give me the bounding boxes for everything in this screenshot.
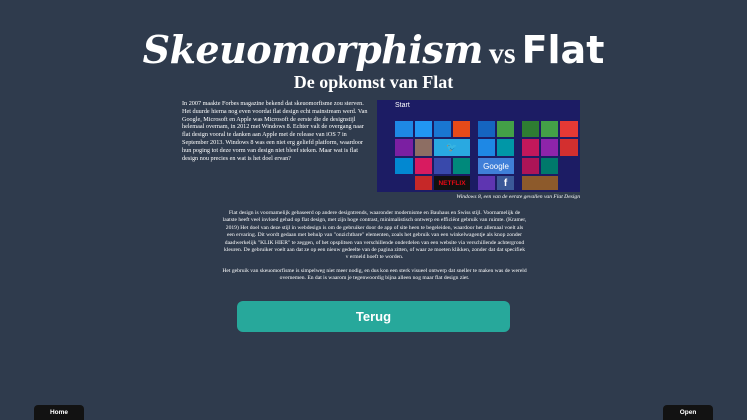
tile [415,139,432,156]
twitter-tile: 🐦 [434,139,470,156]
tile [453,158,470,174]
tile [395,158,413,174]
page-subtitle: De opkomst van Flat [293,72,454,92]
title-vs: vs [488,37,516,70]
tile [478,139,495,156]
page-title: Skeuomorphism vs Flat [0,28,747,76]
tile [541,139,558,156]
tile [522,176,558,190]
tile [497,121,514,137]
google-tile: Google [478,158,514,174]
tile [522,158,539,174]
tile [522,121,539,137]
tile [497,139,514,156]
netflix-tile: NETFLIX [434,176,470,190]
tile [560,139,578,156]
tile [541,121,558,137]
facebook-tile: f [497,176,514,190]
tile [478,176,495,190]
tile [560,121,578,137]
body-paragraph-1: Flat design is voornamelijk gebaseerd op… [222,210,527,261]
tile [415,176,432,190]
tile [541,158,558,174]
page-header: Skeuomorphism vs Flat [0,28,747,76]
title-flat: Flat [521,28,605,72]
tile [395,121,413,137]
start-label: Start [395,102,410,109]
tile [522,139,539,156]
tile [415,158,432,174]
back-button[interactable]: Terug [237,301,510,332]
tile [434,121,451,137]
home-button[interactable]: Home [34,405,84,420]
title-skeuomorphism: Skeuomorphism [142,27,484,72]
open-button[interactable]: Open [663,405,713,420]
figure-caption: Windows 8, een van de eerste gevallen va… [456,194,580,200]
tile [415,121,432,137]
intro-paragraph: In 2007 maakte Forbes magazine bekend da… [182,100,368,162]
tile [434,158,451,174]
body-paragraph-2: Het gebruik van skeuomorfisme is simpelw… [222,268,527,282]
tile [395,139,413,156]
tile [478,121,495,137]
tile [453,121,470,137]
windows8-screenshot: Start 🐦 NETFLIX Google f [377,100,580,192]
